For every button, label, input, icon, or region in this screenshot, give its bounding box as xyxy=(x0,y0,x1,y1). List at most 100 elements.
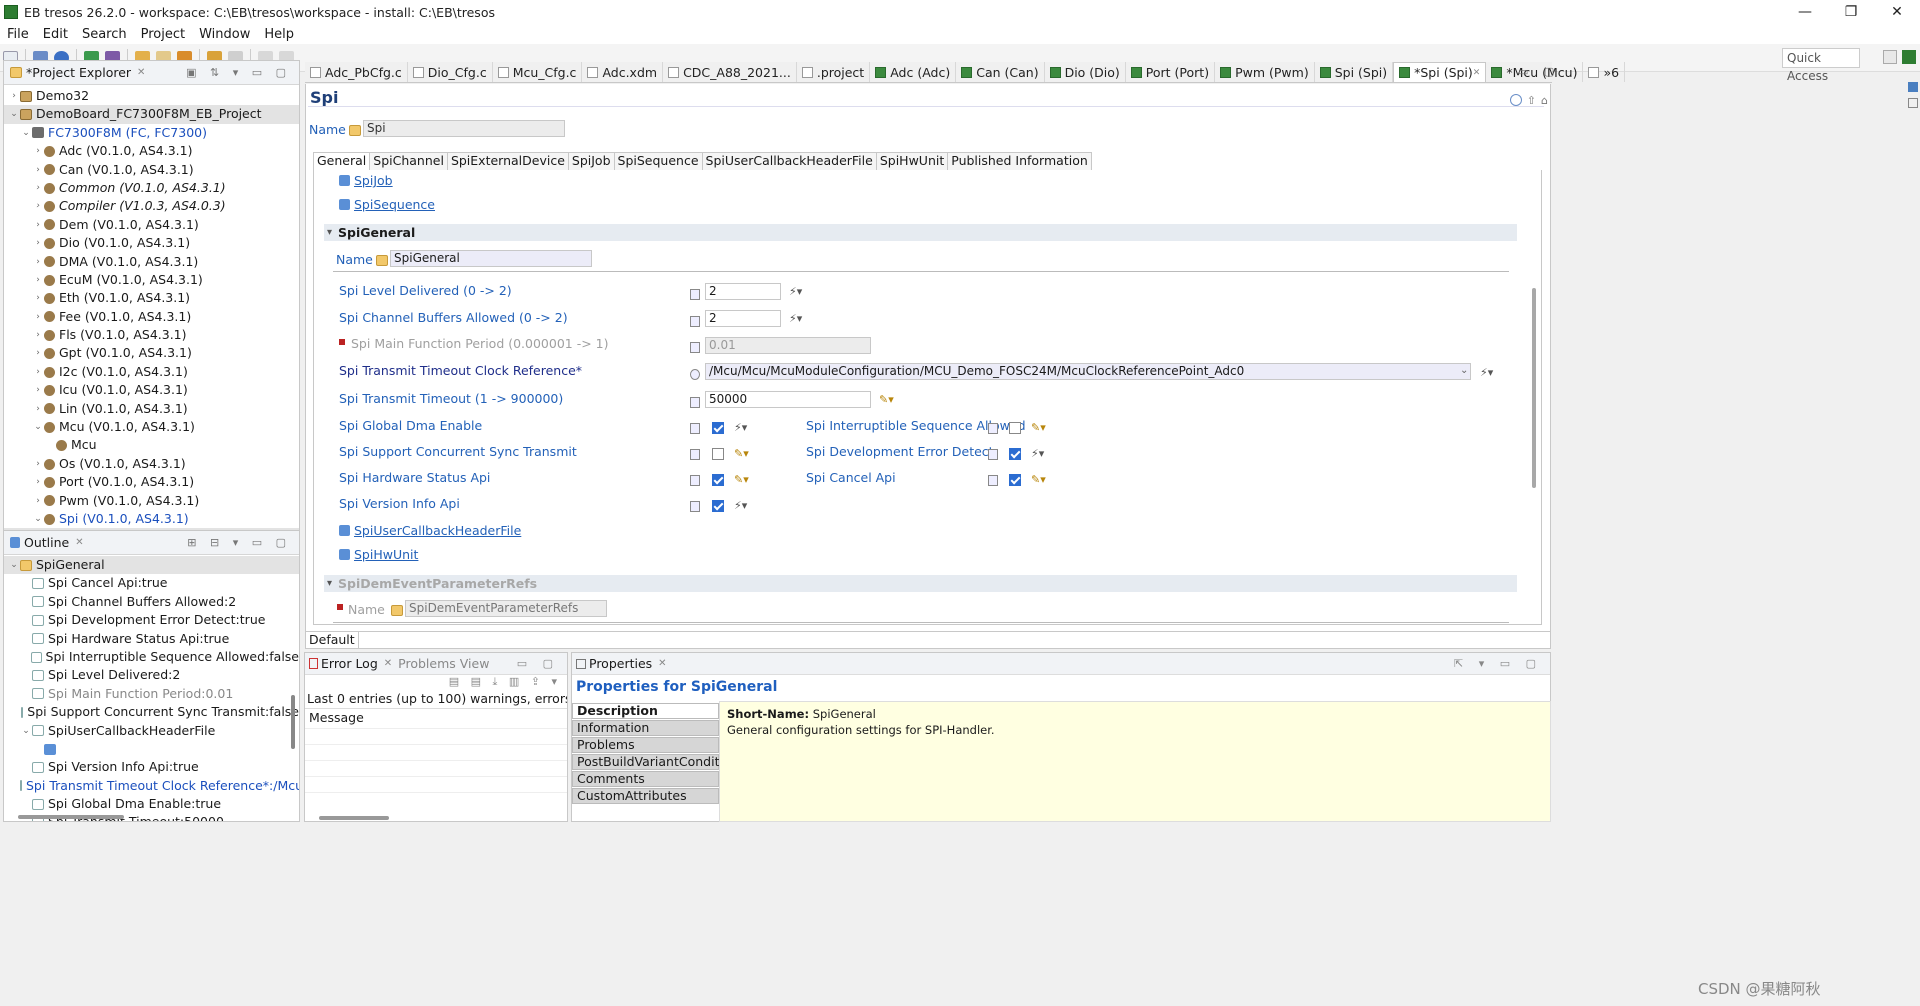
menu-project[interactable]: Project xyxy=(141,27,185,42)
chevron-icon[interactable]: › xyxy=(32,253,44,271)
section-spidemeventparameterrefs[interactable]: SpiDemEventParameterRefs xyxy=(324,575,1517,592)
project_explorer-item[interactable]: › DMA (V0.1.0, AS4.3.1) xyxy=(4,253,299,271)
message-column-header[interactable]: Message xyxy=(305,708,567,728)
chevron-icon[interactable]: › xyxy=(32,363,44,381)
project_explorer-item[interactable]: › Os (V0.1.0, AS4.3.1) xyxy=(4,455,299,473)
quick-access-input[interactable]: Quick Access xyxy=(1782,48,1860,83)
project_explorer-item[interactable]: › Fls (V0.1.0, AS4.3.1) xyxy=(4,326,299,344)
close-tab-icon[interactable]: ✕ xyxy=(658,658,666,669)
main-function-period-input[interactable]: 0.01 xyxy=(705,337,871,354)
edit-dropdown-icon[interactable]: ✎▾ xyxy=(879,393,894,406)
view-controls-icon[interactable]: ▭ ▢ xyxy=(517,657,559,670)
dem-name-field[interactable]: SpiDemEventParameterRefs xyxy=(405,600,607,617)
subtab[interactable]: SpiHwUnit xyxy=(875,152,949,170)
chevron-icon[interactable]: › xyxy=(32,216,44,234)
link-spiusercallbackheaderfile[interactable]: SpiUserCallbackHeaderFile xyxy=(354,523,521,538)
perspective-icon[interactable] xyxy=(1883,50,1897,64)
outline-item[interactable] xyxy=(4,740,299,758)
subtab[interactable]: SpiChannel xyxy=(369,152,448,170)
version-info-api-checkbox[interactable] xyxy=(712,500,724,512)
outline-item[interactable]: Spi Development Error Detect:true xyxy=(4,611,299,629)
prop-tab-description[interactable]: Description xyxy=(572,703,719,719)
project_explorer-item[interactable]: › I2c (V0.1.0, AS4.3.1) xyxy=(4,363,299,381)
general-name-field[interactable]: SpiGeneral xyxy=(390,250,592,267)
close-tab-icon[interactable]: ✕ xyxy=(75,537,83,548)
project_explorer-item[interactable]: ⌄ FC7300F8M (FC, FC7300) xyxy=(4,124,299,142)
transmit-timeout-input[interactable]: 50000 xyxy=(705,391,871,408)
outline-item[interactable]: Spi Hardware Status Api:true xyxy=(4,630,299,648)
editor-tab[interactable]: Dio_Cfg.c xyxy=(408,62,493,82)
outline-item[interactable]: Spi Interruptible Sequence Allowed:false xyxy=(4,648,299,666)
problems-view-tab[interactable]: Problems View xyxy=(398,656,489,671)
chevron-icon[interactable]: › xyxy=(32,455,44,473)
outline-item[interactable]: Spi Transmit Timeout Clock Reference*:/M… xyxy=(4,777,299,795)
view-controls-icon[interactable]: ⊞ ⊟ ▾ ▭ ▢ xyxy=(187,536,291,549)
editor-view-controls-icon[interactable]: ▭ ▢ xyxy=(1518,65,1560,78)
view-controls-icon[interactable]: ▣ ⇅ ▾ ▭ ▢ xyxy=(186,66,291,79)
editor-tab[interactable]: Dio (Dio) xyxy=(1045,62,1126,82)
editor-tab[interactable]: Mcu_Cfg.c xyxy=(493,62,583,82)
project_explorer-item[interactable]: › Lin (V0.1.0, AS4.3.1) xyxy=(4,400,299,418)
chevron-icon[interactable]: ⌄ xyxy=(20,722,32,740)
subtab[interactable]: SpiExternalDevice xyxy=(446,152,569,170)
project_explorer-item[interactable]: › Port (V0.1.0, AS4.3.1) xyxy=(4,473,299,491)
wand-dropdown-icon[interactable]: ⚡▾ xyxy=(1480,366,1493,379)
project-explorer-title[interactable]: *Project Explorer xyxy=(26,65,131,80)
project_explorer-item[interactable]: ⌄ Spi (V0.1.0, AS4.3.1) xyxy=(4,510,299,528)
project_explorer-item[interactable]: › Common (V0.1.0, AS4.3.1) xyxy=(4,179,299,197)
link-spihwunit[interactable]: SpiHwUnit xyxy=(354,547,418,562)
chevron-icon[interactable]: › xyxy=(32,234,44,252)
chevron-icon[interactable]: › xyxy=(32,492,44,510)
subtab[interactable]: SpiSequence xyxy=(613,152,703,170)
concurrent-sync-transmit-checkbox[interactable] xyxy=(712,448,724,460)
outline-item[interactable]: Spi Support Concurrent Sync Transmit:fal… xyxy=(4,703,299,721)
editor-scrollbar[interactable] xyxy=(1532,288,1536,488)
minimize-icon[interactable]: — xyxy=(1782,0,1828,24)
editor-tab[interactable]: .project xyxy=(797,62,871,82)
chevron-icon[interactable]: › xyxy=(8,87,20,105)
default-tab-label[interactable]: Default xyxy=(309,632,359,648)
side-toolbar-icon[interactable] xyxy=(1908,82,1918,92)
link-spisequence[interactable]: SpiSequence xyxy=(354,197,435,212)
global-dma-enable-checkbox[interactable] xyxy=(712,422,724,434)
chevron-icon[interactable]: › xyxy=(32,344,44,362)
subtab[interactable]: Published Information xyxy=(947,152,1092,170)
wand-dropdown-icon[interactable]: ⚡▾ xyxy=(734,421,747,434)
menu-edit[interactable]: Edit xyxy=(43,27,68,42)
name-field[interactable]: Spi xyxy=(363,120,565,137)
chevron-icon[interactable]: › xyxy=(32,473,44,491)
editor-tab[interactable]: Port (Port) xyxy=(1126,62,1216,82)
section-spigeneral[interactable]: SpiGeneral xyxy=(324,224,1517,241)
chevron-icon[interactable]: ⌄ xyxy=(8,105,20,123)
prop-tab-customattributes[interactable]: CustomAttributes xyxy=(572,788,719,804)
project_explorer-item[interactable]: Mcu xyxy=(4,436,299,454)
properties-tab[interactable]: Properties xyxy=(589,656,652,671)
editor-tab[interactable]: Adc_PbCfg.c xyxy=(305,62,408,82)
outline-title[interactable]: Outline xyxy=(24,535,69,550)
outline-item[interactable]: Spi Version Info Api:true xyxy=(4,758,299,776)
chevron-icon[interactable]: › xyxy=(32,142,44,160)
editor-tab[interactable]: »6 xyxy=(1583,62,1626,82)
project_explorer-item[interactable]: › Dem (V0.1.0, AS4.3.1) xyxy=(4,216,299,234)
side-toolbar-icon[interactable] xyxy=(1908,98,1918,108)
subtab[interactable]: SpiJob xyxy=(567,152,615,170)
project_explorer-item[interactable]: › Pwm (V0.1.0, AS4.3.1) xyxy=(4,492,299,510)
editor-tab[interactable]: Pwm (Pwm) xyxy=(1215,62,1315,82)
chevron-icon[interactable]: › xyxy=(32,161,44,179)
outline-item[interactable]: Spi Main Function Period:0.01 xyxy=(4,685,299,703)
menu-file[interactable]: File xyxy=(7,27,29,42)
subtab[interactable]: SpiUserCallbackHeaderFile xyxy=(701,152,877,170)
wand-dropdown-icon[interactable]: ⚡▾ xyxy=(734,499,747,512)
development-error-detect-checkbox[interactable] xyxy=(1009,448,1021,460)
chevron-icon[interactable]: ⌄ xyxy=(8,556,20,574)
edit-dropdown-icon[interactable]: ✎▾ xyxy=(1031,473,1046,486)
outline-item[interactable]: ⌄ SpiUserCallbackHeaderFile xyxy=(4,722,299,740)
outline-item[interactable]: Spi Level Delivered:2 xyxy=(4,666,299,684)
chevron-icon[interactable]: › xyxy=(32,400,44,418)
menu-search[interactable]: Search xyxy=(82,27,127,42)
chevron-icon[interactable]: ⌄ xyxy=(32,418,44,436)
chevron-icon[interactable]: › xyxy=(32,326,44,344)
edit-dropdown-icon[interactable]: ✎▾ xyxy=(1031,421,1046,434)
editor-tab[interactable]: Spi (Spi) xyxy=(1315,62,1394,82)
project_explorer-item[interactable]: › Compiler (V1.0.3, AS4.0.3) xyxy=(4,197,299,215)
